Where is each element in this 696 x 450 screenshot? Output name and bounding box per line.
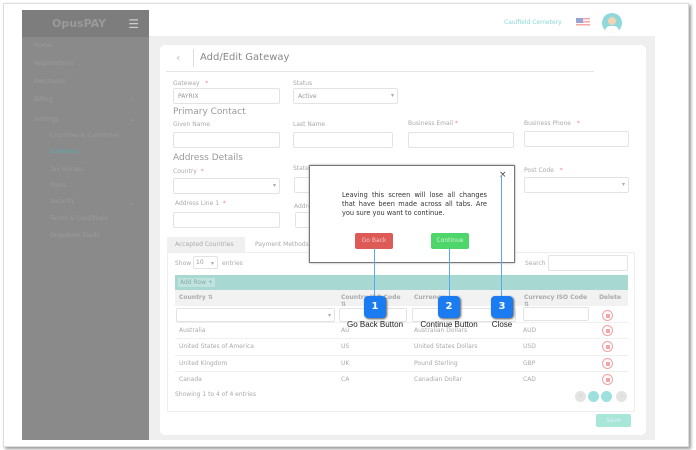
tab-accepted-countries[interactable]: Accepted Countries bbox=[167, 237, 245, 252]
go-back-button[interactable]: Go Back bbox=[355, 233, 393, 249]
modal-message: Leaving this screen will lose all change… bbox=[342, 191, 487, 217]
entries-label: entries bbox=[222, 260, 243, 267]
sidebar-sub-tax-groups[interactable]: Tax Groups bbox=[50, 166, 83, 173]
post-code-select[interactable] bbox=[524, 177, 629, 193]
table-cell: GBP bbox=[523, 359, 536, 367]
country-select[interactable] bbox=[173, 178, 280, 194]
callout-badge: 1 bbox=[364, 296, 386, 318]
country-label: Country * bbox=[173, 168, 204, 175]
post-code-label: Post Code * bbox=[524, 167, 563, 174]
menu-icon[interactable]: ☰ bbox=[128, 17, 139, 31]
delete-icon[interactable] bbox=[602, 373, 613, 385]
given-name-input[interactable] bbox=[173, 132, 280, 148]
table-info: Showing 1 to 4 of 4 entries bbox=[175, 391, 256, 398]
sidebar-item-billing[interactable]: Billing bbox=[34, 96, 52, 103]
col-country[interactable]: Country ⇅ bbox=[175, 290, 337, 306]
sidebar-sub-countries[interactable]: Countries & Currencies bbox=[50, 132, 119, 139]
row-divider bbox=[175, 354, 628, 356]
prev-page-button[interactable]: ‹ bbox=[575, 391, 586, 402]
callout-line bbox=[501, 175, 502, 297]
table-cell: US bbox=[341, 343, 350, 351]
given-name-label: Given Name bbox=[173, 121, 210, 128]
show-label: Show bbox=[175, 260, 192, 267]
avatar[interactable] bbox=[602, 13, 622, 33]
delete-icon[interactable] bbox=[602, 310, 613, 321]
delete-icon[interactable] bbox=[602, 325, 613, 336]
business-email-label: Business Email * bbox=[408, 120, 458, 127]
address-details-heading: Address Details bbox=[173, 153, 243, 163]
divider bbox=[166, 71, 594, 72]
status-label: Status bbox=[293, 80, 313, 87]
confirm-modal: × Leaving this screen will lose all chan… bbox=[309, 165, 515, 263]
sidebar-sub-plans[interactable]: Plans bbox=[50, 182, 66, 189]
row-divider bbox=[175, 370, 628, 372]
sidebar-item-registrations[interactable]: Registrations bbox=[34, 60, 73, 67]
top-bar: Caulfield Cemetery bbox=[149, 10, 655, 37]
col-delete: Delete bbox=[592, 290, 628, 306]
sidebar-sub-terms[interactable]: Terms & Conditions bbox=[50, 215, 108, 222]
gateway-input[interactable]: PAYRIX bbox=[173, 88, 280, 104]
table-cell: CA bbox=[341, 375, 350, 383]
gateway-label: Gateway * bbox=[173, 80, 209, 87]
sidebar-sub-gateways[interactable]: Gateways bbox=[50, 148, 80, 155]
table-cell: Pound Sterling bbox=[414, 359, 458, 367]
tab-payment-methods[interactable]: Payment Methods bbox=[247, 237, 317, 252]
status-select[interactable]: Active bbox=[293, 88, 398, 104]
table-cell: UK bbox=[341, 359, 350, 367]
chevron-right-icon: › bbox=[130, 95, 133, 103]
page-2-button[interactable]: 2 bbox=[601, 391, 612, 402]
address-line1-label: Address Line 1 * bbox=[175, 200, 226, 207]
sidebar-sub-security[interactable]: Security bbox=[50, 198, 75, 205]
table-cell: USD bbox=[523, 343, 536, 351]
primary-contact-heading: Primary Contact bbox=[173, 107, 246, 117]
sidebar-item-settings[interactable]: Settings bbox=[34, 116, 59, 123]
page-title: Add/Edit Gateway bbox=[200, 52, 290, 63]
add-row-bar bbox=[175, 275, 628, 290]
sidebar-item-merchants[interactable]: Merchants bbox=[34, 78, 65, 85]
search-input[interactable] bbox=[548, 255, 628, 271]
continue-button[interactable]: Continue bbox=[431, 233, 469, 249]
table-cell: United States of America bbox=[179, 343, 254, 351]
entries-select[interactable]: 10 bbox=[193, 256, 218, 269]
sidebar: OpusPAY ☰ Home Registrations Merchants Bi… bbox=[22, 10, 149, 440]
filter-country-select[interactable] bbox=[176, 308, 335, 322]
last-name-input[interactable] bbox=[293, 132, 393, 148]
chevron-right-icon: › bbox=[130, 200, 133, 208]
callout-line bbox=[374, 248, 375, 298]
save-button[interactable]: Save bbox=[596, 414, 631, 427]
divider bbox=[193, 49, 194, 67]
company-name[interactable]: Caulfield Cemetery bbox=[504, 19, 562, 26]
col-currency-iso[interactable]: Currency ISO Code ⇅ bbox=[520, 290, 592, 308]
sidebar-sub-dropdown-fields[interactable]: Dropdown Fields bbox=[50, 232, 100, 239]
table-cell: Australia bbox=[179, 327, 206, 334]
callout-label: Close bbox=[491, 320, 513, 329]
business-phone-label: Business Phone * bbox=[524, 120, 580, 127]
table-cell: Canada bbox=[179, 375, 202, 383]
table-cell: United States Dollars bbox=[414, 343, 478, 351]
callout-badge: 2 bbox=[438, 296, 460, 318]
table-cell: Canadian Dollar bbox=[414, 375, 462, 383]
business-email-input[interactable] bbox=[408, 132, 514, 148]
state-label: State bbox=[293, 165, 309, 172]
callout-label: Go Back Button bbox=[346, 320, 404, 329]
address-line1-input[interactable] bbox=[173, 212, 280, 228]
next-page-button[interactable]: › bbox=[616, 391, 627, 402]
logo: OpusPAY bbox=[52, 17, 107, 30]
filter-currency-iso[interactable] bbox=[523, 307, 589, 321]
table-cell: United Kingdom bbox=[179, 359, 228, 367]
callout-line bbox=[449, 248, 450, 298]
chevron-down-icon: ⌄ bbox=[130, 115, 136, 123]
page-1-button[interactable]: 1 bbox=[588, 391, 599, 402]
us-flag-icon[interactable] bbox=[576, 18, 590, 27]
sidebar-item-home[interactable]: Home bbox=[34, 42, 52, 49]
last-name-label: Last Name bbox=[293, 121, 326, 128]
callout-badge: 3 bbox=[491, 296, 513, 318]
business-phone-input[interactable] bbox=[524, 131, 629, 147]
row-divider bbox=[175, 338, 628, 340]
search-label: Search bbox=[525, 260, 546, 267]
delete-icon[interactable] bbox=[602, 357, 613, 369]
table-cell: CAD bbox=[523, 375, 536, 383]
add-row-button[interactable]: Add Row + bbox=[178, 278, 215, 287]
back-arrow-icon[interactable]: ‹ bbox=[176, 51, 180, 64]
